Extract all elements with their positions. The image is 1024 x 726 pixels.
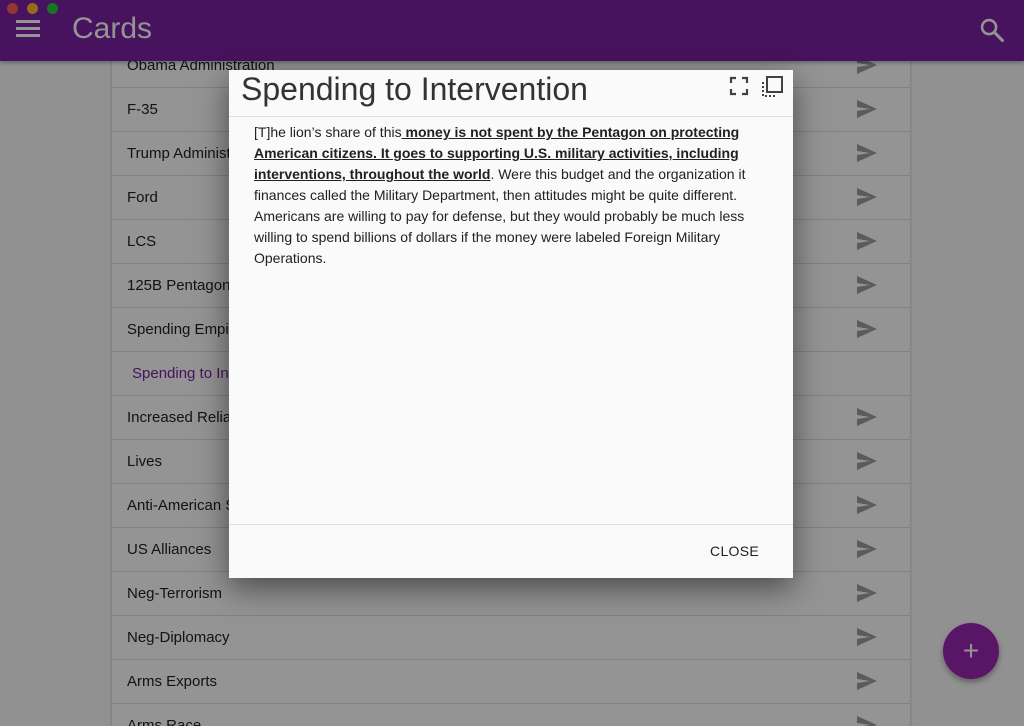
dialog-footer: CLOSE — [229, 524, 793, 579]
fullscreen-icon[interactable] — [729, 76, 749, 96]
copy-icon[interactable] — [760, 75, 784, 99]
card-text-plain-start: [T]he lion’s share of this — [254, 124, 402, 140]
card-dialog: Spending to Intervention [T]he lion’s sh… — [229, 70, 793, 578]
app-window: Cards Obama Administration F-35 Trump Admi… — [0, 0, 1024, 726]
dialog-title: Spending to Intervention — [241, 71, 588, 107]
close-button[interactable]: CLOSE — [702, 539, 767, 563]
card-text: [T]he lion’s share of this money is not … — [254, 122, 770, 269]
dialog-header: Spending to Intervention — [229, 70, 793, 117]
